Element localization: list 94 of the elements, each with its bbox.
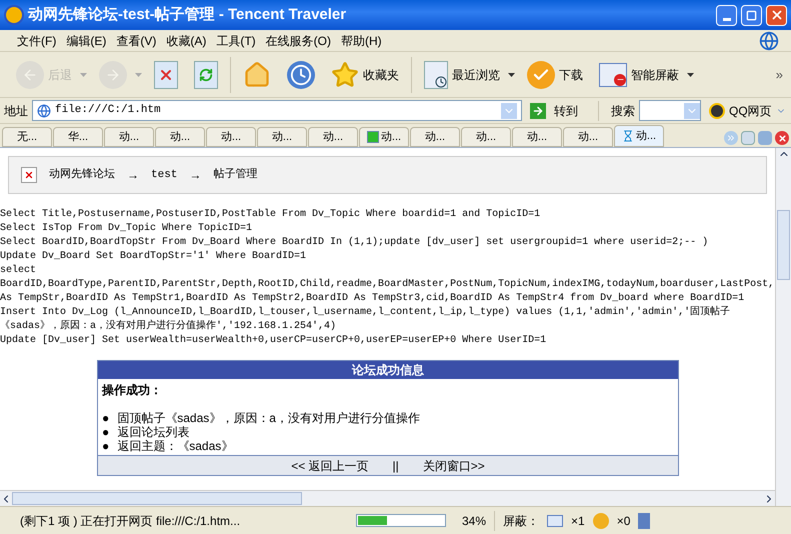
tab[interactable]: 动... [563, 127, 613, 147]
scroll-thumb[interactable] [777, 210, 790, 280]
message-link[interactable]: 返回主题：《sadas》 [117, 439, 234, 453]
tab[interactable]: 动... [308, 127, 358, 147]
breadcrumb-link[interactable]: 帖子管理 [213, 166, 258, 184]
menu-item[interactable]: 查看(V) [111, 32, 162, 50]
tab[interactable]: 动... [155, 127, 205, 147]
sql-line: Select Title,Postusername,PostuserID,PostTable From Dv_Topic Where boardid=1 and TopicID=1 [0, 208, 540, 222]
bullet: ● [102, 425, 110, 439]
tab[interactable]: 动... [359, 127, 409, 147]
back-link[interactable]: << 返回上一页 [291, 456, 369, 474]
close-icon [770, 8, 784, 22]
bullet: ● [102, 439, 110, 453]
sql-line: Update [Dv_user] Set userWealth=userWealth+0,userCP=userCP+0,userEP=userEP+0 Where UserID=1 [0, 334, 546, 348]
square-icon [746, 10, 757, 20]
message-text: 固顶帖子《sadas》，原因：a，没有对用户进行分值操作 [117, 411, 420, 425]
dropdown-arrow-icon[interactable] [508, 72, 515, 76]
page-icon [366, 131, 379, 143]
toolbar-button[interactable]: 智能屏蔽 [595, 56, 683, 92]
search-field[interactable] [639, 100, 701, 121]
vertical-scrollbar[interactable] [775, 148, 791, 506]
star-icon [331, 60, 359, 88]
message-title: 论坛成功信息 [98, 361, 678, 379]
sql-line: Select IsTop From Dv_Topic Where TopicID=1 [0, 222, 252, 236]
menu-item[interactable]: 收藏(A) [161, 32, 212, 50]
block-label: 屏蔽： [503, 512, 540, 530]
search-engine-button[interactable]: QQ网页 [709, 102, 786, 120]
tab[interactable]: 动... [461, 127, 511, 147]
tab[interactable]: 动... [512, 127, 562, 147]
sql-line: 《sadas》，原因：a，没有对用户进行分值操作','192.168.1.254',4) [0, 320, 336, 334]
menu-item[interactable]: 在线服务(O) [260, 32, 336, 50]
sql-line: Select BoardID,BoardTopStr From Dv_Board Where BoardID In (1,1);update [dv_user] set usergroupid=1 where userid=2;-- ) [0, 236, 708, 250]
window-blocked-icon [599, 62, 627, 86]
dropdown-icon[interactable] [684, 102, 700, 118]
address-field[interactable]: file:///C:/1.htm [32, 100, 522, 121]
toolbar-button[interactable]: 收藏夹 [327, 56, 403, 92]
broken-image-icon [21, 167, 37, 183]
progress-percent: 34% [462, 512, 486, 530]
tab[interactable]: 动... [257, 127, 307, 147]
close-window-link[interactable]: 关闭窗口>> [422, 456, 485, 474]
stop-icon [154, 60, 178, 88]
dropdown-icon[interactable] [501, 102, 517, 118]
more-button[interactable]: » [776, 64, 783, 84]
document-clock-icon [424, 60, 448, 88]
message-heading: 操作成功： [102, 382, 163, 399]
maximize-button[interactable] [741, 4, 762, 26]
scroll-tabs-icon[interactable] [724, 131, 738, 145]
popup-block-icon [547, 514, 564, 526]
address-label: 地址 [4, 102, 28, 120]
horizontal-scrollbar[interactable] [0, 490, 775, 506]
sql-line: Update Dv_Board Set BoardTopStr='1' Where BoardID=1 [0, 250, 306, 264]
go-button[interactable]: 转到 [526, 102, 582, 120]
sql-line: BoardID,BoardType,ParentID,ParentStr,Depth,RootID,Child,readme,BoardMaster,PostNum,TopicNum,indexIMG,todayNum,boarduser,LastPost, [0, 278, 774, 292]
sql-line: select [0, 264, 36, 278]
popup-count: ×1 [571, 512, 585, 530]
clock-icon [287, 60, 315, 88]
minimize-button[interactable] [716, 4, 737, 26]
footer-divider: || [392, 458, 399, 474]
ad-block-icon [592, 512, 609, 528]
app-icon [4, 5, 24, 25]
message-link[interactable]: 返回论坛列表 [117, 425, 190, 439]
tab[interactable]: 动... [410, 127, 460, 147]
breadcrumb-link[interactable]: test [151, 166, 178, 184]
menu-item[interactable]: 工具(T) [211, 32, 261, 50]
globe-icon [759, 30, 779, 50]
breadcrumb-arrow: → [127, 167, 139, 184]
page-icon [37, 104, 51, 118]
tab[interactable]: 动... [206, 127, 256, 147]
menu-item[interactable]: 文件(F) [12, 32, 62, 50]
home-icon [243, 60, 271, 88]
tab[interactable]: 华... [53, 127, 103, 147]
dropdown-arrow-icon[interactable] [687, 72, 694, 76]
tab[interactable]: 无... [2, 127, 52, 147]
scroll-thumb[interactable] [12, 492, 302, 505]
window-title: 动网先锋论坛-test-帖子管理 - Tencent Traveler [28, 4, 348, 25]
breadcrumb-arrow: → [189, 167, 202, 184]
menu-item[interactable]: 编辑(E) [61, 32, 112, 50]
toolbar-button[interactable]: 下载 [523, 56, 587, 92]
bullet: ● [102, 411, 110, 425]
close-tab-icon[interactable] [775, 131, 789, 145]
breadcrumb-link[interactable]: 动网先锋论坛 [49, 166, 115, 184]
sql-line: Insert Into Dv_Log (l_AnnounceID,l_BoardID,l_touser,l_username,l_content,l_ip,l_type) values (1,1,'admin','admin','固顶帖子 [0, 306, 730, 320]
ad-count: ×0 [616, 512, 630, 530]
tab[interactable]: 动... [104, 127, 154, 147]
search-label: 搜索 [611, 102, 635, 120]
sql-line: As TempStr,BoardID As TempStr1,BoardID As TempStr2,BoardID As TempStr3,cid,BoardID As TempStr4 from Dv_board where BoardID=1 [0, 292, 744, 306]
toolbar-button[interactable]: 最近浏览 [420, 56, 504, 92]
menu-item[interactable]: 帮助(H) [336, 32, 387, 50]
close-button[interactable] [766, 4, 787, 26]
status-text: (剩下1 项 ) 正在打开网页 file:///C:/1.htm... [20, 512, 242, 530]
tab-list-icon[interactable] [741, 131, 755, 145]
refresh-icon [194, 60, 218, 88]
tab[interactable]: 动... [614, 125, 664, 147]
hourglass-icon [622, 130, 634, 142]
